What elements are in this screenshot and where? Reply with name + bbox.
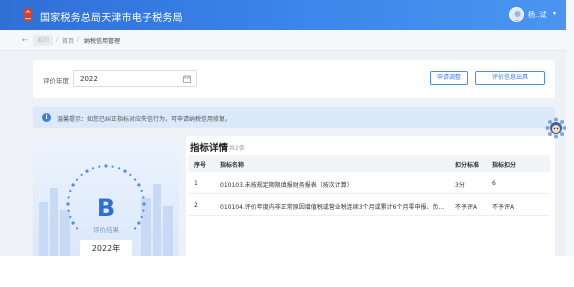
app-window: 国家税务总局天津市电子税务局 杨..试 ▾ ← 返回 / 首页 / 纳税信用管理… [0, 0, 566, 256]
site-title: 国家税务总局天津市电子税务局 [40, 13, 183, 24]
ring-dot [111, 165, 114, 168]
table-header: 序号 指标名称 扣分标准 指标扣分 [188, 155, 550, 172]
ring-dot [134, 178, 137, 181]
back-arrow-icon[interactable]: ← [22, 36, 28, 44]
ring-dot [140, 189, 143, 193]
row-score: 不予评A [492, 204, 515, 211]
grade-year-box: 2022年 [80, 240, 132, 256]
apply-adjustment-button[interactable]: 申请调整 [430, 71, 468, 85]
details-title: 指标详情 [190, 143, 229, 154]
user-name[interactable]: 杨..试 [528, 10, 546, 20]
ring-dot [69, 189, 72, 193]
breadcrumb-home-link[interactable]: 首页 [62, 36, 74, 45]
table-row[interactable]: 2 010104.评价年度内非正常原因增值税或营业税连续3个月或累计6个月零申报… [188, 194, 550, 216]
ring-dot [80, 173, 83, 176]
info-icon: i [42, 113, 51, 122]
column-header-index: 序号 [194, 162, 207, 169]
credit-grade-card: B 评价结果 2022年 [33, 140, 179, 256]
ring-dot [91, 167, 95, 170]
year-value: 2022 [80, 75, 98, 83]
credit-grade-letter: B [96, 194, 116, 222]
row-standard: 3分 [455, 182, 465, 189]
ring-dot [104, 164, 108, 168]
column-header-standard: 扣分标准 [455, 162, 480, 169]
notice-banner: i 温馨提示：如您已纠正指标对应失信行为，可申请纳税信用修复。 [33, 107, 555, 128]
breadcrumb: ← 返回 / 首页 / 纳税信用管理 [0, 30, 566, 51]
avatar-icon[interactable] [509, 7, 524, 22]
column-header-score: 指标扣分 [492, 162, 517, 169]
year-label: 评价年度 [43, 77, 69, 85]
details-count: 共2条 [229, 145, 245, 152]
grade-year: 2022年 [91, 244, 121, 253]
breadcrumb-separator: / [56, 36, 59, 43]
chevron-down-icon[interactable]: ▾ [553, 10, 556, 17]
grade-result-label: 评价结果 [93, 226, 119, 234]
issue-report-button[interactable]: 评价信息出具 [475, 71, 545, 85]
year-picker[interactable]: 2022 [73, 70, 197, 87]
ring-dot [75, 178, 78, 181]
breadcrumb-separator: / [77, 36, 80, 43]
back-button[interactable]: 返回 [33, 35, 54, 46]
ring-dot [117, 167, 121, 170]
breadcrumb-current: 纳税信用管理 [84, 38, 121, 45]
ring-dot [137, 183, 141, 187]
window-edge [566, 0, 574, 256]
row-index: 2 [194, 202, 198, 209]
row-index: 1 [194, 180, 198, 187]
table-row[interactable]: 1 010103.未按规定期限填报财务报表（按次计算） 3分 6 [188, 172, 550, 194]
ring-dot [98, 165, 101, 168]
ring-dot [123, 169, 127, 173]
emblem-icon [23, 8, 33, 21]
calendar-icon [183, 75, 191, 83]
ring-dot [71, 183, 75, 187]
row-indicator-name: 010104.评价年度内非正常原因增值税或营业税连续3个月或累计6个月零申报、负… [220, 204, 445, 211]
row-indicator-name: 010103.未按规定期限填报财务报表（按次计算） [220, 182, 353, 189]
ring-dot [129, 173, 132, 176]
top-header: 国家税务总局天津市电子税务局 杨..试 ▾ [0, 0, 566, 30]
assistant-icon[interactable] [545, 117, 566, 139]
row-score: 6 [492, 180, 496, 187]
row-standard: 不予评A [455, 204, 478, 211]
notice-text: 温馨提示：如您已纠正指标对应失信行为，可申请纳税信用修复。 [57, 116, 232, 123]
indicator-details-panel: 指标详情 共2条 序号 指标名称 扣分标准 指标扣分 1 010103.未按规定… [186, 136, 555, 256]
column-header-name: 指标名称 [220, 162, 245, 169]
ring-dot [85, 169, 89, 173]
filter-panel: 评价年度 2022 申请调整 评价信息出具 [33, 60, 555, 98]
